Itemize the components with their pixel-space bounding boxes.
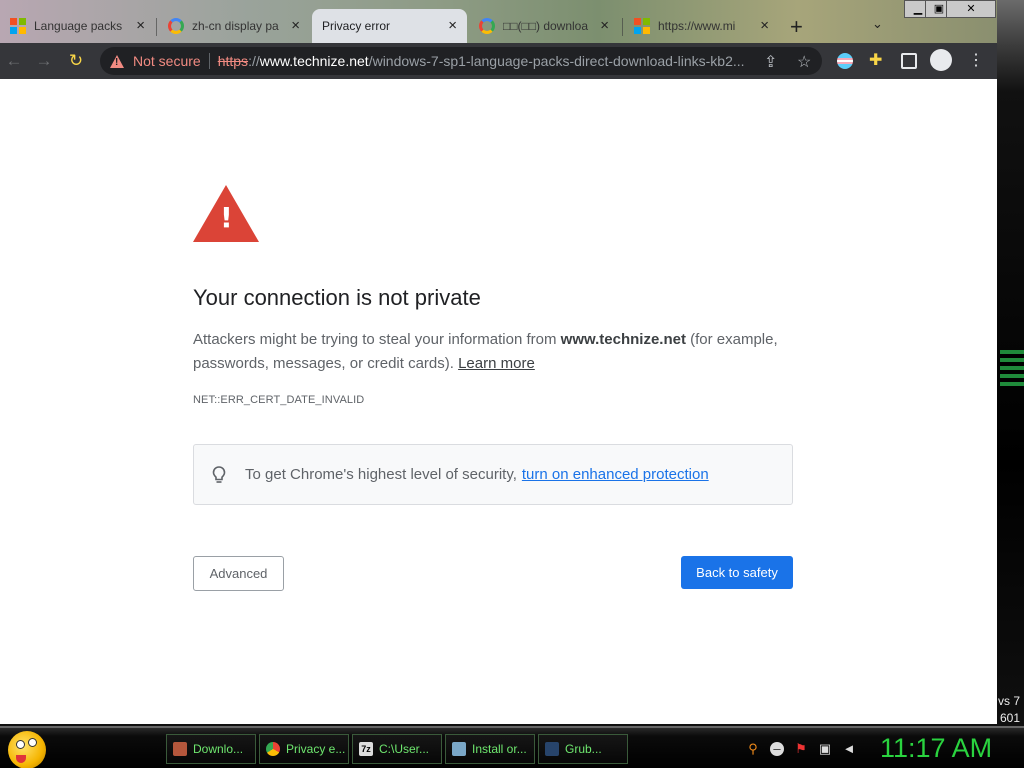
url-path: /windows-7-sp1-language-packs-direct-dow… xyxy=(368,53,745,69)
status-circle-icon[interactable]: – xyxy=(770,742,784,756)
tab-title: Privacy error xyxy=(322,19,391,33)
grub-icon xyxy=(545,742,559,756)
tab-close-icon[interactable]: × xyxy=(600,18,609,34)
tab-microsoft-url[interactable]: https://www.mi × xyxy=(624,9,779,43)
tab-privacy-error[interactable]: Privacy error × xyxy=(312,9,467,43)
side-panel-icon[interactable] xyxy=(901,53,917,69)
tab-separator xyxy=(622,18,623,36)
start-orb-eye xyxy=(28,738,37,747)
back-arrow-icon[interactable]: ← xyxy=(4,51,24,71)
enhanced-protection-box: To get Chrome's highest level of securit… xyxy=(193,444,793,505)
download-icon xyxy=(173,742,187,756)
start-button[interactable] xyxy=(8,731,46,768)
search-magnifier-icon[interactable]: ⚲ xyxy=(746,742,760,756)
tab-separator xyxy=(156,18,157,36)
tab-title: □□(□□) downloa xyxy=(503,19,589,33)
taskbar-clock[interactable]: 11:17 AM xyxy=(880,733,992,764)
google-logo-icon xyxy=(168,18,184,34)
extension-flag-icon[interactable] xyxy=(837,53,853,69)
url-scheme: https xyxy=(217,53,249,69)
wallpaper-text-1: vs 7 xyxy=(997,694,1020,708)
tab-title: zh-cn display pa xyxy=(192,19,279,33)
tab-close-icon[interactable]: × xyxy=(448,18,457,34)
not-secure-label[interactable]: Not secure xyxy=(133,53,201,69)
tab-strip: Language packs × zh-cn display pa × Priv… xyxy=(0,0,997,43)
taskbar-item-7zip[interactable]: 7z C:\User... xyxy=(352,734,442,764)
tab-search-chevron-icon[interactable]: ⌄ xyxy=(872,16,883,32)
advanced-button[interactable]: Advanced xyxy=(193,556,284,591)
new-tab-button[interactable]: + xyxy=(790,14,803,40)
omnibox-divider xyxy=(208,53,210,69)
learn-more-link[interactable]: Learn more xyxy=(458,355,535,372)
start-orb-eye xyxy=(16,740,25,749)
error-warning-icon: ! xyxy=(193,185,259,242)
warning-triangle-icon[interactable]: ! xyxy=(110,54,124,68)
microsoft-logo-icon xyxy=(634,18,650,34)
enhanced-protection-link[interactable]: turn on enhanced protection xyxy=(522,466,709,483)
start-orb-tongue xyxy=(16,755,26,763)
extensions-puzzle-icon[interactable]: ✚ xyxy=(869,53,885,69)
taskbar: Downlo... Privacy e... 7z C:\User... Ins… xyxy=(0,726,1024,768)
explanation-text-start: Attackers might be trying to steal your … xyxy=(193,331,561,348)
taskbar-item-label: Privacy e... xyxy=(286,742,346,756)
tab-download[interactable]: □□(□□) downloa × xyxy=(469,9,619,43)
tab-close-icon[interactable]: × xyxy=(291,18,300,34)
taskbar-item-label: Grub... xyxy=(565,742,602,756)
chrome-icon xyxy=(266,742,280,756)
microsoft-logo-icon xyxy=(10,18,26,34)
lightbulb-icon xyxy=(212,465,226,483)
url-host: www.technize.net xyxy=(259,53,369,69)
address-bar[interactable]: ! Not secure https :// www.technize.net … xyxy=(100,47,822,75)
back-to-safety-button[interactable]: Back to safety xyxy=(681,556,793,589)
7zip-icon: 7z xyxy=(359,742,373,756)
taskbar-item-downloads[interactable]: Downlo... xyxy=(166,734,256,764)
installer-icon xyxy=(452,742,466,756)
error-code: NET::ERR_CERT_DATE_INVALID xyxy=(193,394,365,406)
security-tip-text: To get Chrome's highest level of securit… xyxy=(245,466,517,483)
taskbar-item-grub[interactable]: Grub... xyxy=(538,734,628,764)
google-logo-icon xyxy=(479,18,495,34)
bookmark-star-icon[interactable]: ☆ xyxy=(797,52,811,72)
action-center-flag-icon[interactable]: ⚑ xyxy=(794,742,808,756)
tab-zh-cn-display[interactable]: zh-cn display pa × xyxy=(158,9,310,43)
taskbar-item-label: Downlo... xyxy=(193,742,244,756)
browser-toolbar: ← → ↻ ! Not secure https :// www.techniz… xyxy=(0,43,997,79)
tab-close-icon[interactable]: × xyxy=(760,18,769,34)
explanation-host: www.technize.net xyxy=(560,331,686,348)
tab-title: https://www.mi xyxy=(658,19,736,33)
reload-icon[interactable]: ↻ xyxy=(66,51,86,71)
taskbar-item-label: C:\User... xyxy=(379,742,430,756)
forward-arrow-icon[interactable]: → xyxy=(34,51,54,71)
tab-title: Language packs xyxy=(34,19,123,33)
close-window-icon[interactable]: ✕ xyxy=(946,0,996,18)
share-icon[interactable]: ⇪ xyxy=(764,52,777,72)
volume-speaker-icon[interactable]: ◄ xyxy=(842,742,856,756)
wallpaper-text-2: 601 xyxy=(999,711,1020,725)
taskbar-item-chrome[interactable]: Privacy e... xyxy=(259,734,349,764)
menu-kebab-icon[interactable]: ⋮ xyxy=(968,53,984,69)
wallpaper-green-glyph xyxy=(1000,350,1024,390)
page-title: Your connection is not private xyxy=(193,285,481,310)
tab-close-icon[interactable]: × xyxy=(136,18,145,34)
url-scheme-separator: :// xyxy=(248,53,260,69)
taskbar-item-installer[interactable]: Install or... xyxy=(445,734,535,764)
network-icon[interactable]: ▣ xyxy=(818,742,832,756)
explanation-paragraph: Attackers might be trying to steal your … xyxy=(193,328,793,376)
browser-window: Language packs × zh-cn display pa × Priv… xyxy=(0,0,997,724)
interstitial-page: ! Your connection is not private Attacke… xyxy=(0,79,997,724)
taskbar-item-label: Install or... xyxy=(472,742,527,756)
profile-avatar-icon[interactable] xyxy=(930,49,952,71)
tab-language-packs[interactable]: Language packs × xyxy=(0,9,155,43)
